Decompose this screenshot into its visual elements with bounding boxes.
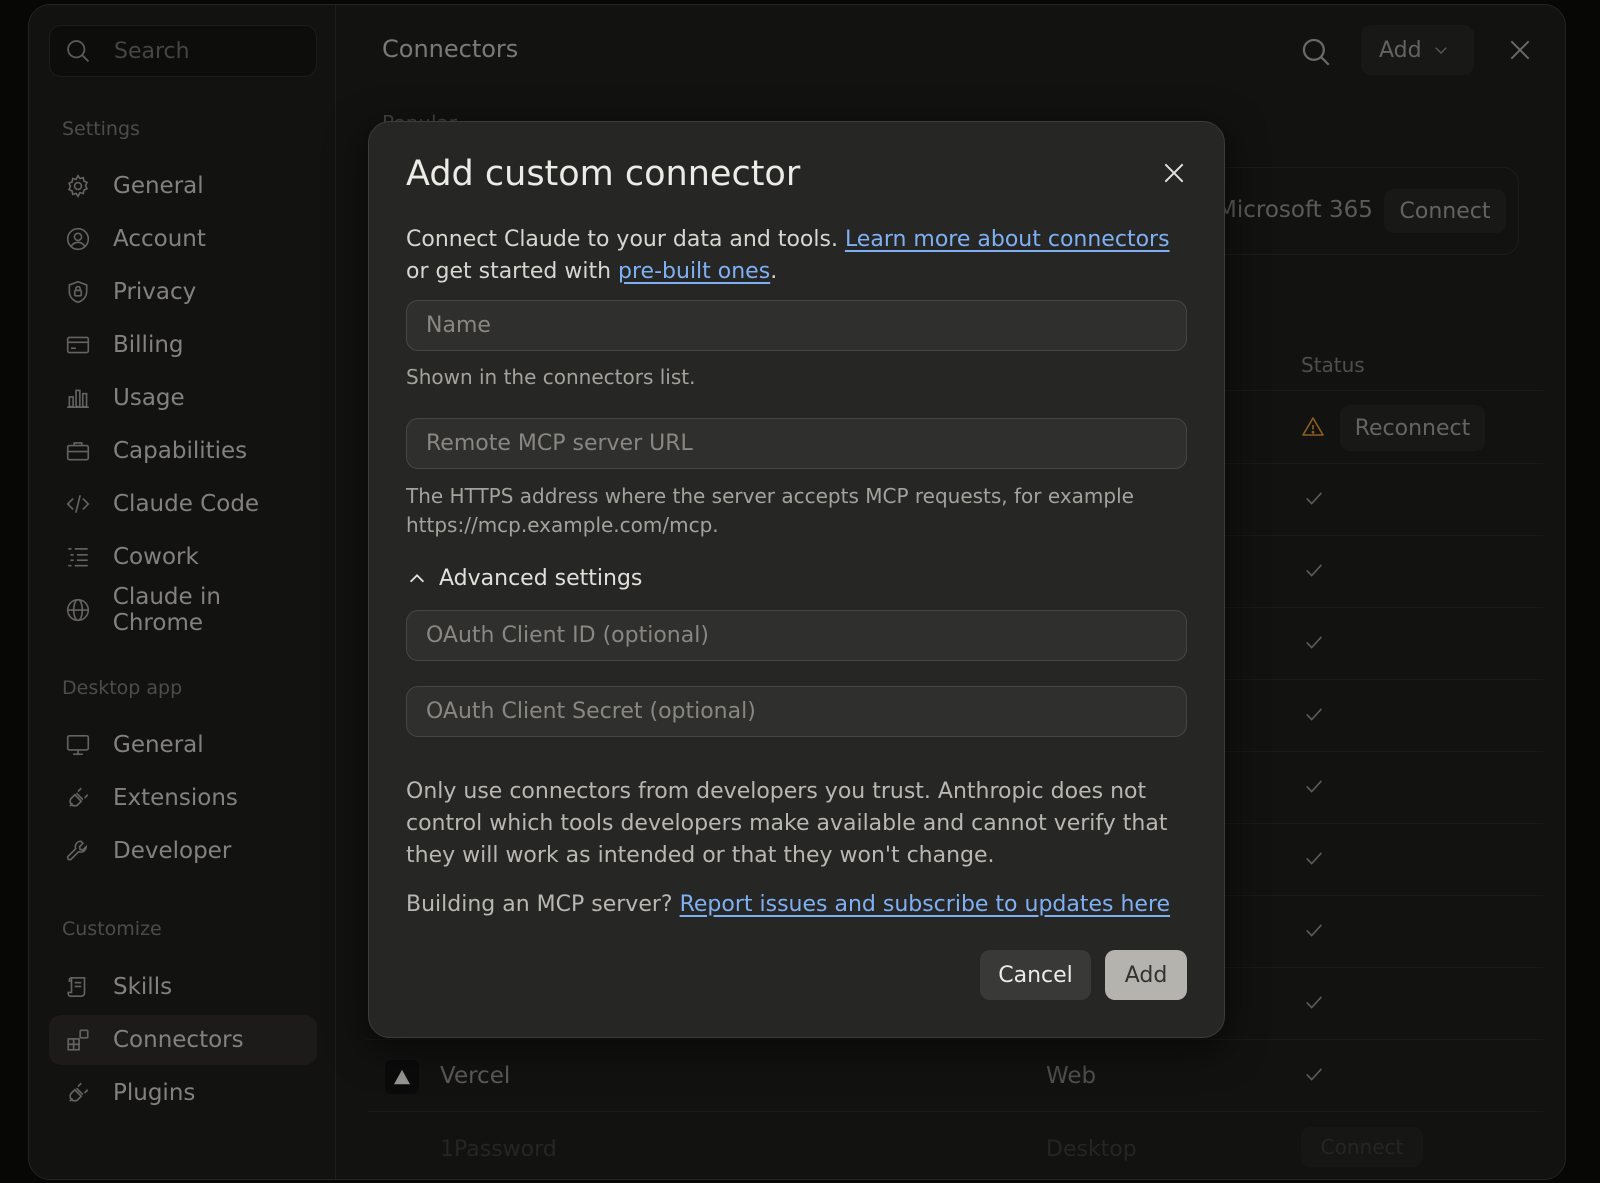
cancel-button[interactable]: Cancel [980, 950, 1091, 1000]
trust-warning: Only use connectors from developers you … [406, 779, 1168, 868]
name-placeholder: Name [426, 313, 491, 338]
description-text: or get started with [406, 259, 619, 284]
oauth-client-id-placeholder: OAuth Client ID (optional) [426, 623, 709, 648]
dialog-description: Connect Claude to your data and tools. L… [406, 224, 1196, 288]
add-button[interactable]: Add [1105, 950, 1187, 1000]
pre-built-link[interactable]: pre-built ones [618, 259, 770, 284]
oauth-client-id-field[interactable]: OAuth Client ID (optional) [406, 610, 1187, 661]
oauth-client-secret-field[interactable]: OAuth Client Secret (optional) [406, 686, 1187, 737]
advanced-settings-label: Advanced settings [439, 566, 643, 591]
description-text: . [770, 259, 778, 284]
description-text: Connect Claude to your data and tools. [406, 227, 845, 252]
advanced-settings-toggle[interactable]: Advanced settings [406, 566, 642, 591]
add-custom-connector-dialog: Add custom connector Connect Claude to y… [368, 121, 1225, 1038]
building-mcp-text: Building an MCP server? Report issues an… [406, 892, 1170, 917]
close-icon[interactable] [1161, 160, 1187, 186]
chevron-up-icon [409, 573, 425, 582]
server-url-field[interactable]: Remote MCP server URL [406, 418, 1187, 469]
oauth-client-secret-placeholder: OAuth Client Secret (optional) [426, 699, 756, 724]
dialog-title: Add custom connector [406, 154, 801, 194]
name-field[interactable]: Name [406, 300, 1187, 351]
learn-more-link[interactable]: Learn more about connectors [845, 227, 1170, 252]
building-text: Building an MCP server? [406, 892, 680, 917]
server-url-hint: The HTTPS address where the server accep… [406, 484, 1134, 537]
server-url-placeholder: Remote MCP server URL [426, 431, 693, 456]
name-hint: Shown in the connectors list. [406, 365, 696, 389]
report-issues-link[interactable]: Report issues and subscribe to updates h… [680, 892, 1170, 917]
